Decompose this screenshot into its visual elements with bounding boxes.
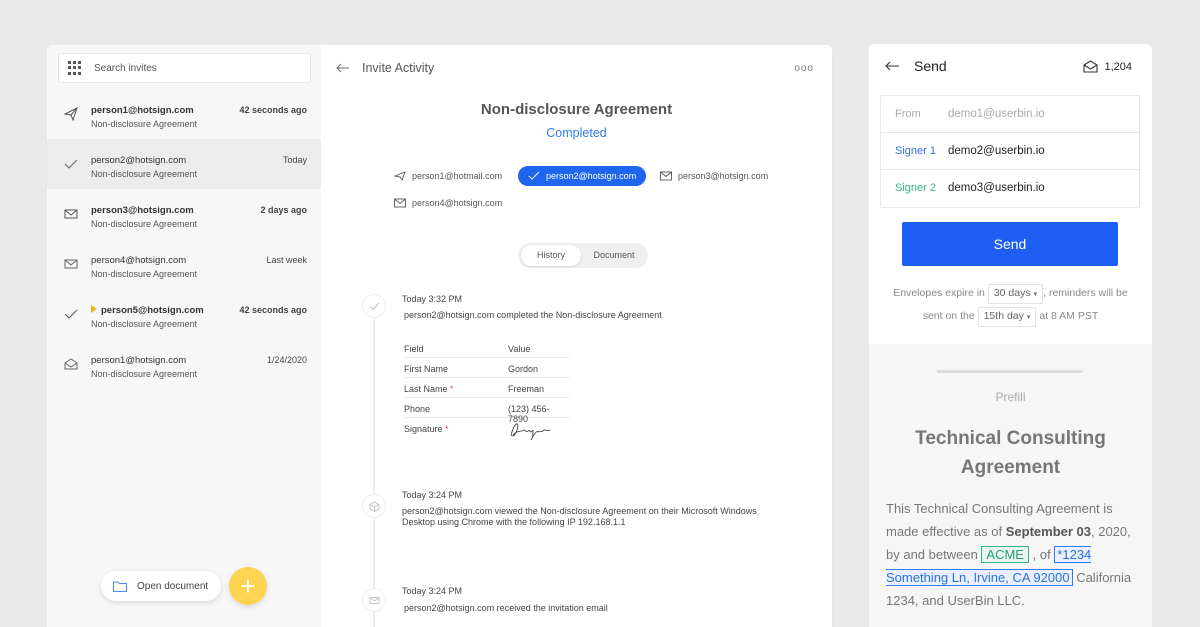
send-button[interactable]: Send	[902, 222, 1118, 266]
document-title: Non-disclosure Agreement	[480, 101, 673, 118]
invite-email: person4@hotsign.com	[91, 255, 187, 266]
tab-history[interactable]: History	[521, 245, 581, 266]
send-panel: Send 1,204 From demo1@userbin.io Signer …	[869, 44, 1152, 627]
invite-email: person1@hotsign.com	[91, 105, 194, 116]
checkmark-icon	[64, 159, 78, 169]
field-table-header: Field Value	[404, 338, 569, 358]
history-document-toggle: History Document	[518, 243, 648, 268]
invite-item[interactable]: person1@hotsign.com Non-disclosure Agree…	[47, 89, 321, 139]
checkmark-icon	[64, 309, 78, 319]
prefill-document-body: This Technical Consulting Agreement is m…	[886, 501, 1132, 608]
event-text: person2@hotsign.com viewed the Non-discl…	[402, 506, 757, 527]
invite-time: 42 seconds ago	[239, 305, 307, 315]
invite-document: Non-disclosure Agreement	[91, 169, 198, 179]
invite-item[interactable]: person1@hotsign.com Non-disclosure Agree…	[47, 339, 321, 389]
envelope-open-icon	[64, 358, 78, 370]
event-time: Today 3:24 PM	[402, 490, 463, 500]
invite-item[interactable]: person3@hotsign.com Non-disclosure Agree…	[47, 189, 321, 239]
invite-document: Non-disclosure Agreement	[91, 369, 198, 379]
recipient-chip[interactable]: person3@hotsign.com	[660, 166, 768, 186]
signer-1-field[interactable]: Signer 1 demo2@userbin.io	[881, 133, 1139, 170]
invite-document: Non-disclosure Agreement	[91, 219, 198, 229]
invite-time: 42 seconds ago	[239, 105, 307, 115]
paper-plane-icon	[394, 171, 406, 181]
expiration-settings: Envelopes expire in 30 days ▾, reminders …	[869, 282, 1152, 328]
envelope-icon	[369, 596, 379, 604]
cube-icon	[369, 501, 379, 512]
invite-email: person5@hotsign.com	[91, 305, 204, 316]
checkmark-icon	[528, 171, 540, 180]
envelope-count: 1,204	[1083, 60, 1132, 73]
open-document-button[interactable]: Open document	[101, 571, 221, 601]
envelope-icon	[64, 259, 78, 269]
timeline-node	[362, 494, 386, 518]
flag-icon	[91, 305, 97, 314]
sidebar: Search invites person1@hotsign.com Non-d…	[47, 45, 321, 627]
send-header: Send	[885, 58, 947, 74]
invite-list: person1@hotsign.com Non-disclosure Agree…	[47, 89, 321, 389]
invite-time: 1/24/2020	[266, 355, 307, 365]
checkmark-icon	[369, 302, 379, 310]
more-options-icon[interactable]: ooo	[794, 63, 814, 74]
invite-item[interactable]: person4@hotsign.com Non-disclosure Agree…	[47, 239, 321, 289]
prefill-label: Prefill	[995, 390, 1026, 404]
timeline-node	[362, 588, 386, 612]
field-row: Phone (123) 456-7890	[404, 398, 569, 424]
recipient-chip[interactable]: person1@hotmail.com	[394, 166, 502, 186]
field-row: Last Name * Freeman	[404, 378, 569, 398]
invite-activity-pane: Invite Activity ooo Non-disclosure Agree…	[321, 45, 832, 627]
search-placeholder: Search invites	[94, 62, 157, 74]
expire-dropdown[interactable]: 30 days ▾	[987, 284, 1044, 304]
field-row: Signature *	[404, 418, 569, 446]
back-arrow-icon[interactable]	[885, 61, 900, 71]
invite-item[interactable]: person2@hotsign.com Non-disclosure Agree…	[47, 139, 321, 189]
prefill-document-title: Technical Consulting Agreement	[915, 428, 1106, 478]
invite-app-window: Search invites person1@hotsign.com Non-d…	[47, 45, 832, 627]
signer-2-field[interactable]: Signer 2 demo3@userbin.io	[881, 170, 1139, 207]
invite-time: Last week	[266, 255, 307, 265]
field-row: First Name Gordon	[404, 358, 569, 378]
prefill-preview: Prefill Technical Consulting Agreement T…	[869, 344, 1152, 627]
search-input[interactable]: Search invites	[58, 53, 311, 83]
invite-document: Non-disclosure Agreement	[91, 269, 198, 279]
event-text: person2@hotsign.com received the invitat…	[404, 603, 608, 613]
envelope-icon	[660, 171, 672, 181]
invite-email: person1@hotsign.com	[91, 355, 187, 366]
invite-item[interactable]: person5@hotsign.com Non-disclosure Agree…	[47, 289, 321, 339]
add-button[interactable]: +	[229, 567, 267, 605]
field-table: Field Value First Name Gordon Last Name …	[404, 338, 569, 446]
recipient-form: From demo1@userbin.io Signer 1 demo2@use…	[880, 95, 1140, 208]
signature-image	[510, 423, 551, 441]
event-time: Today 3:24 PM	[402, 586, 463, 596]
paper-plane-icon	[64, 107, 78, 121]
envelope-icon	[64, 209, 78, 219]
document-status: Completed	[546, 126, 607, 140]
apps-grid-icon[interactable]	[68, 61, 82, 75]
invite-document: Non-disclosure Agreement	[91, 319, 198, 329]
recipient-chip[interactable]: person4@hotsign.com	[394, 193, 502, 213]
from-field[interactable]: From demo1@userbin.io	[881, 96, 1139, 133]
folder-icon	[113, 581, 127, 592]
drag-handle[interactable]	[937, 370, 1083, 373]
invite-email: person2@hotsign.com	[91, 155, 187, 166]
timeline-node	[362, 294, 386, 318]
invite-time: 2 days ago	[260, 205, 307, 215]
invite-document: Non-disclosure Agreement	[91, 119, 198, 129]
event-text: person2@hotsign.com completed the Non-di…	[404, 310, 662, 320]
invite-time: Today	[282, 155, 307, 165]
invite-email: person3@hotsign.com	[91, 205, 194, 216]
page-title: Invite Activity	[362, 61, 435, 75]
open-document-label: Open document	[137, 580, 209, 592]
tab-document[interactable]: Document	[584, 245, 644, 266]
send-title: Send	[914, 58, 947, 74]
envelope-open-icon	[1083, 60, 1099, 73]
recipient-chip-selected[interactable]: person2@hotsign.com	[518, 166, 647, 186]
event-time: Today 3:32 PM	[402, 294, 463, 304]
envelope-icon	[394, 198, 406, 208]
timeline-line	[373, 305, 375, 627]
back-arrow-icon[interactable]	[336, 63, 350, 73]
acme-field[interactable]: ACME	[981, 546, 1029, 563]
main-header: Invite Activity	[336, 61, 434, 75]
reminder-dropdown[interactable]: 15th day ▾	[977, 307, 1037, 327]
